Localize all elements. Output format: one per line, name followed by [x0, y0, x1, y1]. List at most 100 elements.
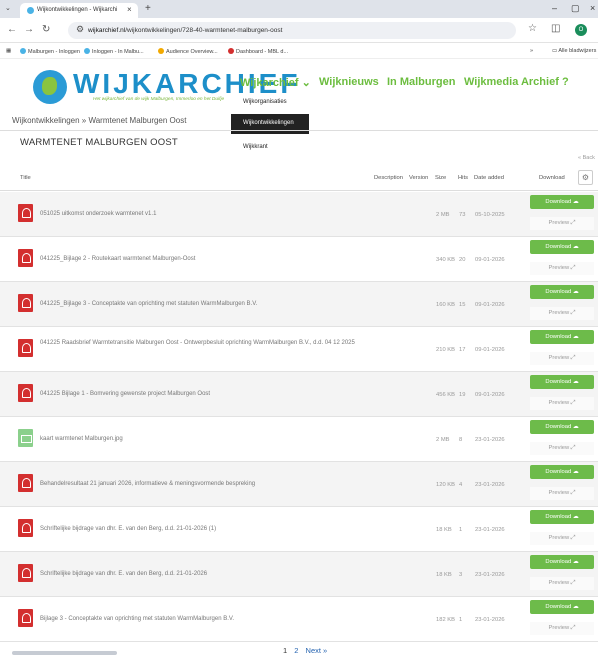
- gear-icon[interactable]: ⚙: [578, 170, 593, 185]
- nav-wijkmedia-archief[interactable]: Wijkmedia Archief: [464, 76, 559, 88]
- document-title-link[interactable]: 051025 uitkomst onderzoek warmtenet v1.1: [40, 208, 370, 220]
- document-title-link[interactable]: Behandelresultaat 21 januari 2026, infor…: [40, 478, 370, 490]
- apps-icon[interactable]: ▦: [6, 48, 11, 54]
- new-tab-button[interactable]: +: [145, 3, 151, 14]
- image-file-icon: [18, 429, 33, 447]
- download-button[interactable]: Download ☁: [530, 420, 594, 434]
- maximize-icon[interactable]: ▢: [571, 3, 580, 14]
- preview-label: Preview: [548, 400, 570, 406]
- document-size: 210 KB: [436, 347, 456, 353]
- window-close-icon[interactable]: ×: [590, 3, 595, 13]
- horizontal-scrollbar[interactable]: [12, 651, 117, 655]
- cloud-download-icon: ☁: [572, 424, 579, 430]
- column-header-description[interactable]: Description: [374, 175, 403, 181]
- page-2-link[interactable]: 2: [294, 646, 298, 655]
- preview-button[interactable]: Preview ⤢: [530, 532, 594, 545]
- tab-list-icon[interactable]: ⌄: [5, 4, 11, 12]
- document-hits: 1: [459, 527, 463, 533]
- bookmarks-bar: ▦ Malburgen - Inloggen Inloggen - In Mal…: [0, 44, 598, 59]
- document-hits: 1: [459, 617, 463, 623]
- bookmark-item[interactable]: Malburgen - Inloggen: [20, 48, 80, 55]
- download-label: Download: [545, 469, 572, 475]
- document-title-link[interactable]: kaart warmtenet Malburgen.jpg: [40, 433, 370, 445]
- preview-button[interactable]: Preview ⤢: [530, 217, 594, 230]
- url-field[interactable]: ⚙ wijkarchief.nl/wijkontwikkelingen/728-…: [68, 22, 516, 39]
- download-button[interactable]: Download ☁: [530, 510, 594, 524]
- download-button[interactable]: Download ☁: [530, 555, 594, 569]
- preview-button[interactable]: Preview ⤢: [530, 397, 594, 410]
- expand-icon: ⤢: [570, 355, 576, 361]
- nav-wijknieuws[interactable]: Wijknieuws: [319, 76, 379, 88]
- pdf-file-icon: [18, 204, 33, 222]
- document-title-link[interactable]: Bijlage 3 - Conceptakte van oprichting m…: [40, 613, 370, 625]
- dropdown-item-wijkorganisaties[interactable]: Wijkorganisaties: [231, 93, 309, 113]
- minimize-icon[interactable]: –: [552, 3, 557, 13]
- next-page-link[interactable]: Next »: [306, 646, 328, 655]
- site-settings-icon[interactable]: ⚙: [76, 24, 84, 35]
- bookmark-item[interactable]: Dashboard - MBL d...: [228, 48, 288, 55]
- all-bookmarks-label: Alle bladwijzers: [558, 48, 597, 54]
- bookmark-item[interactable]: Audience Overview...: [158, 48, 218, 55]
- expand-icon: ⤢: [570, 265, 576, 271]
- document-size: 182 KB: [436, 617, 456, 623]
- bookmark-item[interactable]: Inloggen - In Malbu...: [84, 48, 144, 55]
- preview-button[interactable]: Preview ⤢: [530, 307, 594, 320]
- download-label: Download: [545, 559, 572, 565]
- download-button[interactable]: Download ☁: [530, 330, 594, 344]
- site-logo[interactable]: WIJKARCHIEF Het wijkarchief van de wijk …: [33, 68, 297, 106]
- preview-button[interactable]: Preview ⤢: [530, 487, 594, 500]
- preview-label: Preview: [548, 310, 570, 316]
- document-hits: 20: [459, 257, 466, 263]
- preview-button[interactable]: Preview ⤢: [530, 352, 594, 365]
- column-header-hits[interactable]: Hits: [458, 175, 468, 181]
- bookmark-favicon-icon: [228, 48, 234, 54]
- document-date: 09-01-2026: [475, 392, 505, 398]
- download-label: Download: [545, 334, 572, 340]
- download-button[interactable]: Download ☁: [530, 285, 594, 299]
- back-link[interactable]: « Back: [578, 155, 595, 161]
- column-header-title[interactable]: Title: [20, 175, 31, 181]
- dropdown-item-wijkontwikkelingen[interactable]: Wijkontwikkelingen: [231, 114, 309, 134]
- preview-button[interactable]: Preview ⤢: [530, 262, 594, 275]
- document-date: 23-01-2026: [475, 572, 505, 578]
- download-button[interactable]: Download ☁: [530, 465, 594, 479]
- url-path: /wijkontwikkelingen/728-40-warmtenet-mal…: [125, 27, 283, 34]
- dropdown-item-wijkkrant[interactable]: Wijkkrant: [231, 138, 309, 158]
- preview-button[interactable]: Preview ⤢: [530, 442, 594, 455]
- document-title-link[interactable]: 041225_Bijlage 3 - Conceptakte van opric…: [40, 298, 370, 310]
- preview-button[interactable]: Preview ⤢: [530, 577, 594, 590]
- download-button[interactable]: Download ☁: [530, 600, 594, 614]
- document-title-link[interactable]: 041225 Bijlage 1 - Bomvering gewenste pr…: [40, 388, 370, 400]
- back-arrow-icon[interactable]: ←: [7, 24, 17, 35]
- nav-wijkarchief[interactable]: Wijkarchief ⌄: [240, 76, 311, 89]
- close-icon[interactable]: ×: [127, 5, 132, 14]
- page-1-link[interactable]: 1: [283, 646, 287, 655]
- reload-icon[interactable]: ↻: [42, 24, 50, 35]
- document-title-link[interactable]: Schriftelijke bijdrage van dhr. E. van d…: [40, 523, 370, 535]
- download-button[interactable]: Download ☁: [530, 375, 594, 389]
- download-button[interactable]: Download ☁: [530, 240, 594, 254]
- bookmarks-overflow-button[interactable]: »: [530, 48, 533, 54]
- column-header-date-added[interactable]: Date added: [474, 175, 504, 181]
- cloud-download-icon: ☁: [572, 469, 579, 475]
- download-label: Download: [545, 244, 572, 250]
- column-header-download: Download: [539, 175, 565, 181]
- document-title-link[interactable]: 041225 Raadsbrief Warmtetransitie Malbur…: [40, 337, 370, 349]
- nav-help[interactable]: ?: [562, 76, 569, 88]
- profile-avatar[interactable]: O: [575, 24, 587, 36]
- preview-button[interactable]: Preview ⤢: [530, 622, 594, 635]
- all-bookmarks-button[interactable]: ▭ Alle bladwijzers: [552, 48, 596, 54]
- nav-in-malburgen[interactable]: In Malburgen: [387, 76, 455, 88]
- download-button[interactable]: Download ☁: [530, 195, 594, 209]
- bookmark-star-icon[interactable]: ☆: [528, 23, 537, 34]
- extensions-icon[interactable]: ◫: [551, 23, 560, 34]
- column-header-version[interactable]: Version: [409, 175, 428, 181]
- document-title-link[interactable]: 041225_Bijlage 2 - Routekaart warmtenet …: [40, 253, 370, 265]
- document-date: 23-01-2026: [475, 437, 505, 443]
- breadcrumb[interactable]: Wijkontwikkelingen » Warmtenet Malburgen…: [12, 116, 186, 125]
- column-header-size[interactable]: Size: [435, 175, 446, 181]
- document-title-link[interactable]: Schriftelijke bijdrage van dhr. E. van d…: [40, 568, 370, 580]
- browser-tab[interactable]: Wijkontwikkelingen - Wijkarchi ×: [20, 3, 138, 18]
- forward-arrow-icon[interactable]: →: [24, 24, 34, 35]
- bookmark-label: Inloggen - In Malbu...: [92, 49, 144, 55]
